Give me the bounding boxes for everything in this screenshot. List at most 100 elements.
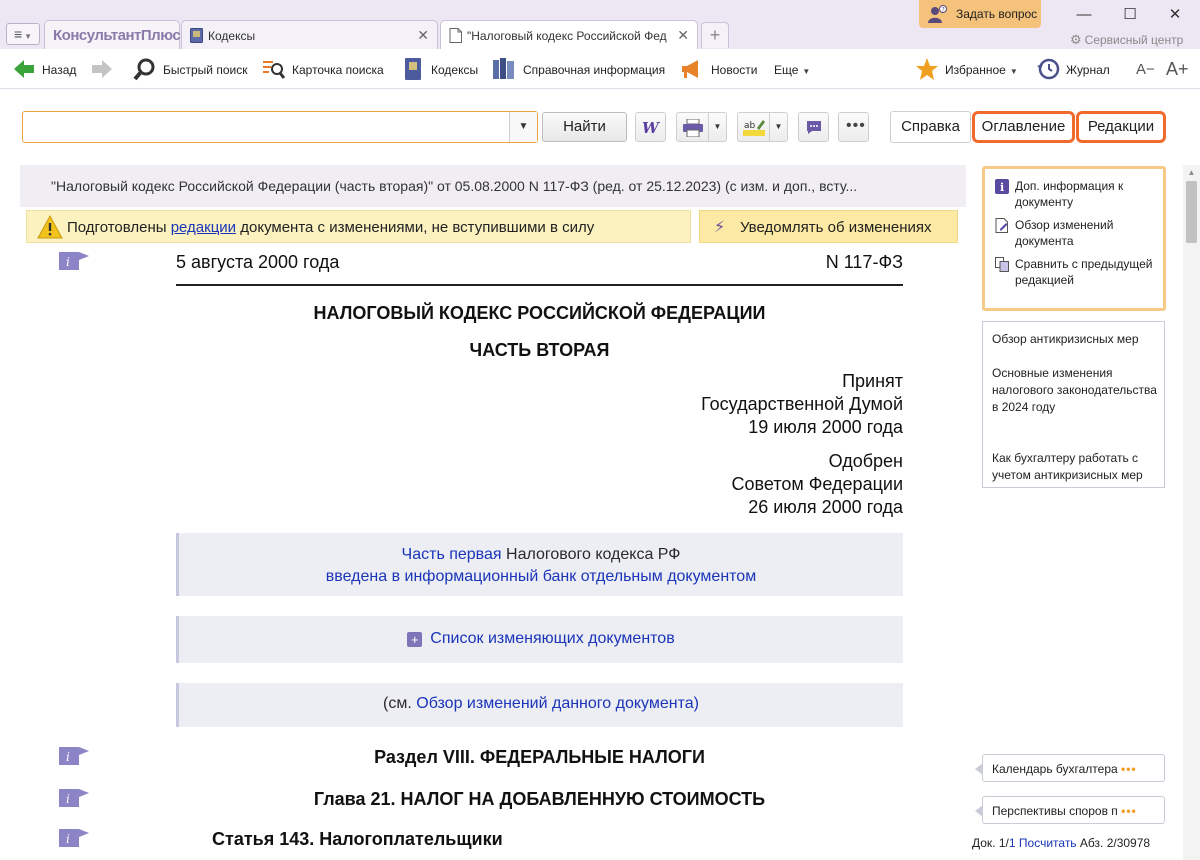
scroll-thumb[interactable]: [1186, 181, 1197, 243]
info-flag-icon[interactable]: i: [59, 747, 89, 765]
search-history-dropdown[interactable]: ▼: [509, 112, 537, 142]
chevron-down-icon: ▼: [1009, 67, 1018, 76]
svg-text:?: ?: [942, 7, 945, 14]
search-input[interactable]: [25, 114, 509, 140]
chevron-down-icon[interactable]: ▼: [708, 113, 726, 141]
disputes-outlook-chip[interactable]: Перспективы споров п •••: [975, 796, 1165, 824]
part-one-link[interactable]: Часть первая: [402, 546, 502, 563]
books-icon: [493, 58, 514, 79]
chapter-heading: Глава 21. НАЛОГ НА ДОБАВЛЕННУЮ СТОИМОСТЬ: [313, 789, 766, 809]
count-link[interactable]: Посчитать: [1019, 836, 1077, 850]
gear-icon: ⚙: [1070, 32, 1082, 47]
review-note: (см. Обзор изменений данного документа): [176, 683, 903, 727]
star-icon: [916, 58, 938, 80]
document-header-title: "Налоговый кодекс Российской Федерации (…: [51, 178, 858, 194]
svg-text:i: i: [1000, 181, 1004, 194]
more-actions-button[interactable]: •••: [838, 112, 869, 142]
related-link-tax-changes-2024[interactable]: Основные изменения налогового законодате…: [992, 365, 1158, 416]
more-label: Еще ▼: [774, 63, 811, 77]
ask-question-button[interactable]: ? Задать вопрос: [919, 0, 1041, 28]
vertical-scrollbar[interactable]: ▲: [1183, 165, 1200, 860]
service-center-link[interactable]: ⚙ Сервисный центр: [1070, 32, 1183, 48]
info-flag-icon[interactable]: i: [59, 252, 89, 270]
notify-changes-button[interactable]: ⚡ Уведомлять об изменениях: [699, 210, 958, 243]
arrow-right-icon: [92, 60, 112, 78]
close-icon[interactable]: ✕: [677, 27, 689, 44]
megaphone-icon: [682, 60, 698, 78]
lightning-icon: ⚡: [714, 219, 726, 236]
main-menu-button[interactable]: ≡ ▼: [6, 23, 40, 45]
editions-link[interactable]: редакции: [171, 219, 236, 236]
law-number: N 117-ФЗ: [825, 252, 903, 272]
info-flag-icon[interactable]: i: [59, 789, 89, 807]
document-viewer: "Налоговый кодекс Российской Федерации (…: [20, 165, 966, 860]
review-link[interactable]: Обзор: [416, 695, 462, 712]
font-increase-button[interactable]: A+: [1166, 57, 1194, 81]
service-center-label: Сервисный центр: [1084, 33, 1184, 47]
related-materials-box: Обзор антикризисных мер Основные изменен…: [982, 321, 1165, 488]
close-icon[interactable]: ✕: [417, 27, 429, 44]
more-menu[interactable]: Еще ▼: [774, 57, 814, 81]
history-clock-icon: [1037, 58, 1060, 80]
approved-line-1: Одобрен: [828, 451, 903, 471]
new-tab-button[interactable]: +: [701, 22, 729, 48]
minimize-button[interactable]: —: [1064, 4, 1104, 26]
favorites-label: Избранное ▼: [945, 63, 1018, 77]
tab-codes[interactable]: Кодексы ✕: [181, 20, 438, 49]
tab-contents[interactable]: Оглавление: [972, 111, 1075, 143]
chevron-down-icon: ▼: [802, 67, 811, 76]
related-link-accountant-anticrisis[interactable]: Как бухгалтеру работать с учетом антикри…: [992, 450, 1158, 484]
font-decrease-button[interactable]: A−: [1136, 57, 1158, 81]
document-header: "Налоговый кодекс Российской Федерации (…: [20, 165, 966, 207]
highlight-button[interactable]: ab ▼: [737, 112, 788, 142]
maximize-button[interactable]: ☐: [1110, 4, 1150, 26]
home-tab[interactable]: КонсультантПлюс: [44, 20, 181, 49]
back-button[interactable]: Назад: [12, 57, 82, 81]
document-icon: [449, 28, 462, 43]
magnifier-icon: [133, 58, 155, 81]
export-word-button[interactable]: W: [635, 112, 666, 142]
doc-total: 1: [1008, 836, 1016, 850]
main-toolbar: Назад Быстрый поиск Карточка поиска Коде…: [0, 49, 1200, 89]
back-label: Назад: [42, 63, 77, 77]
accountant-calendar-chip[interactable]: Календарь бухгалтера •••: [975, 754, 1165, 782]
warning-icon: [37, 215, 63, 239]
reference-info-button[interactable]: Справочная информация: [492, 57, 667, 81]
print-button[interactable]: ▼: [676, 112, 727, 142]
tab-help[interactable]: Справка: [890, 111, 971, 143]
find-button[interactable]: Найти: [542, 112, 627, 142]
tab-tax-code[interactable]: "Налоговый кодекс Российской Федерации ✕: [440, 20, 698, 50]
part-one-note: Часть первая Налогового кодекса РФ введе…: [176, 533, 903, 596]
search-card-button[interactable]: Карточка поиска: [262, 57, 387, 81]
comment-button[interactable]: [798, 112, 829, 142]
related-link-anticrisis[interactable]: Обзор антикризисных мер: [992, 331, 1158, 348]
font-decrease-label: A−: [1136, 61, 1155, 78]
info-flag-icon[interactable]: i: [59, 829, 89, 847]
favorites-menu[interactable]: Избранное ▼: [915, 57, 1025, 81]
close-window-button[interactable]: ✕: [1155, 4, 1195, 26]
editions-notice-text: Подготовлены редакции документа с измене…: [67, 219, 595, 236]
quick-search-button[interactable]: Быстрый поиск: [133, 57, 248, 81]
ask-question-label: Задать вопрос: [956, 7, 1038, 21]
law-title: НАЛОГОВЫЙ КОДЕКС РОССИЙСКОЙ ФЕДЕРАЦИИ: [313, 303, 766, 323]
notify-changes-label: Уведомлять об изменениях: [740, 219, 932, 236]
arrow-left-icon: [14, 60, 34, 78]
svg-text:ab: ab: [744, 121, 756, 131]
svg-text:i: i: [66, 792, 70, 806]
hamburger-icon: ≡: [13, 26, 23, 42]
tab-editions[interactable]: Редакции: [1076, 111, 1166, 143]
document-edit-icon: [995, 218, 1008, 233]
info-icon: i: [995, 179, 1009, 194]
codes-button[interactable]: Кодексы: [401, 57, 481, 81]
forward-button[interactable]: [90, 57, 118, 81]
changes-list-expander[interactable]: + Список изменяющих документов: [176, 616, 903, 663]
scroll-up-arrow-icon[interactable]: ▲: [1183, 165, 1200, 181]
journal-label: Журнал: [1066, 63, 1110, 77]
tab-label: "Налоговый кодекс Российской Федерации: [467, 29, 667, 43]
news-label: Новости: [711, 63, 758, 77]
news-button[interactable]: Новости: [680, 57, 760, 81]
journal-button[interactable]: Журнал: [1036, 57, 1116, 81]
chevron-down-icon[interactable]: ▼: [769, 113, 787, 141]
law-date: 5 августа 2000 года: [176, 252, 340, 272]
svg-text:W: W: [642, 119, 660, 135]
